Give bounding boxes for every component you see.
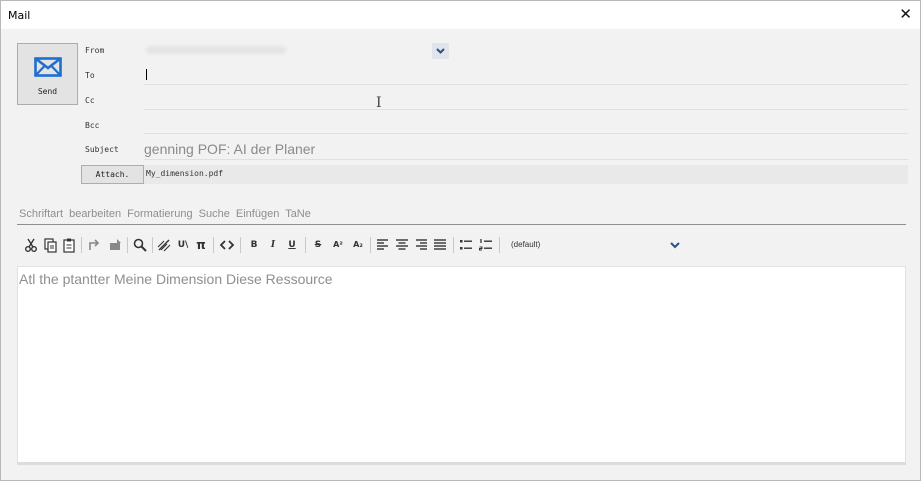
menu-suche[interactable]: Suche [199,208,230,220]
font-select[interactable]: (default) [505,237,683,253]
message-body-editor[interactable]: Atl the ptantter Meine Dimension Diese R… [17,266,906,464]
toolbar-separator [213,237,214,253]
subject-label: Subject [85,145,119,154]
bulleted-list-icon[interactable] [458,237,474,253]
formatting-toolbar: U\ π B I U S A² A₂ (default) [17,234,906,256]
to-field[interactable] [144,84,908,85]
align-right-icon[interactable] [413,237,429,253]
subscript-button[interactable]: A₂ [350,237,366,253]
toolbar-separator [152,237,153,253]
send-button-label: Send [37,87,58,96]
toolbar-separator [370,237,371,253]
compose-area: Send From To Cc I Bcc Subject genning PO… [1,29,920,480]
from-label: From [85,46,105,55]
toolbar-separator [499,237,500,253]
text-caret [146,69,147,80]
find-icon[interactable] [132,237,148,253]
send-button[interactable]: Send [17,43,78,105]
menu-divider [17,224,906,225]
math-pi-icon[interactable]: π [194,237,208,253]
copy-icon[interactable] [42,237,58,253]
undo-icon[interactable] [86,237,102,253]
special-chars-icon[interactable]: U\ [175,237,191,253]
message-body-text[interactable]: Atl the ptantter Meine Dimension Diese R… [19,271,333,287]
close-icon[interactable]: ✕ [899,5,912,23]
toolbar-separator [305,237,306,253]
subject-input[interactable]: genning POF: AI der Planer [144,141,315,157]
toolbar-separator [81,237,82,253]
editor-menu-bar: Schriftart bearbeiten Formatierung Suche… [19,208,314,220]
toolbar-separator [453,237,454,253]
source-code-icon[interactable] [219,237,235,253]
to-label: To [85,71,95,80]
justify-icon[interactable] [432,237,448,253]
menu-tane[interactable]: TaNe [285,208,311,220]
italic-button[interactable]: I [266,237,280,253]
attach-button[interactable]: Attach. [81,165,144,184]
menu-einfuegen[interactable]: Einfügen [236,208,279,220]
title-bar: Mail ✕ [1,1,920,29]
font-select-value: (default) [511,240,541,249]
bold-button[interactable]: B [247,237,261,253]
menu-formatierung[interactable]: Formatierung [127,208,192,220]
paste-icon[interactable] [61,237,77,253]
from-account-value[interactable] [146,46,286,54]
attachment-list[interactable]: My_dimension.pdf [144,165,908,184]
cc-field[interactable] [144,109,908,110]
underline-button[interactable]: U [285,237,299,253]
align-center-icon[interactable] [394,237,410,253]
toolbar-separator [127,237,128,253]
cc-label: Cc [85,96,95,105]
toolbar-separator [240,237,241,253]
superscript-button[interactable]: A² [330,237,346,253]
bcc-field[interactable] [144,133,908,134]
align-left-icon[interactable] [375,237,391,253]
mail-window: Mail ✕ Send From To Cc I Bcc Subject gen… [0,0,921,481]
envelope-icon [34,57,62,77]
link-icon[interactable] [156,237,172,253]
subject-field-line [144,159,908,160]
editor-resize-bar [17,462,906,465]
bcc-label: Bcc [85,121,100,130]
cut-icon[interactable] [23,237,39,253]
strikethrough-button[interactable]: S [311,237,325,253]
redo-icon[interactable] [107,237,123,253]
attachment-file-name[interactable]: My_dimension.pdf [146,169,223,178]
chevron-down-icon [436,48,445,54]
window-title: Mail [8,9,31,22]
from-dropdown[interactable] [432,43,449,59]
numbered-list-icon[interactable] [478,237,494,253]
chevron-down-icon [670,242,680,249]
menu-bearbeiten[interactable]: bearbeiten [69,208,121,220]
menu-schriftart[interactable]: Schriftart [19,208,63,220]
